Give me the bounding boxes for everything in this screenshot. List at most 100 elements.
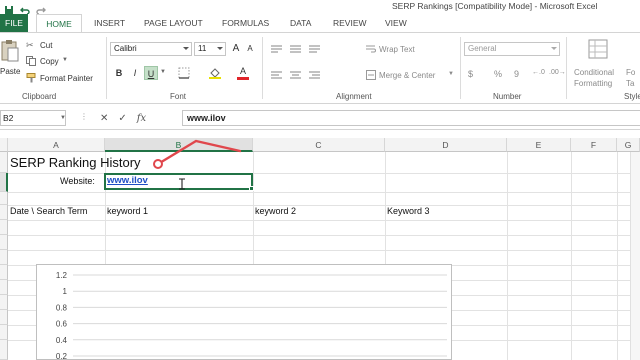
chevron-down-icon: [183, 47, 189, 50]
paste-button-label[interactable]: Paste: [0, 67, 20, 76]
formula-input[interactable]: www.ilov: [182, 110, 640, 126]
insert-function-icon[interactable]: fx: [137, 113, 146, 124]
conditional-formatting-label-2[interactable]: Formatting: [574, 79, 612, 88]
row-header[interactable]: [0, 192, 8, 205]
borders-icon[interactable]: [178, 67, 192, 79]
column-header-d[interactable]: D: [385, 138, 507, 152]
cut-button[interactable]: Cut: [40, 41, 52, 50]
copy-dropdown-icon[interactable]: ▼: [62, 57, 68, 63]
ribbon-tabs: FILE HOME INSERT PAGE LAYOUT FORMULAS DA…: [0, 14, 640, 32]
cancel-icon[interactable]: ✕: [100, 113, 108, 124]
decrease-decimal-icon[interactable]: ←.0: [532, 69, 545, 76]
gridline: [507, 152, 508, 360]
italic-button[interactable]: I: [128, 66, 142, 80]
comma-button[interactable]: 9: [514, 69, 519, 79]
number-format-select[interactable]: General: [464, 42, 560, 56]
name-box-dropdown-icon[interactable]: ▼: [60, 115, 66, 121]
format-as-table-label-2[interactable]: Ta: [626, 79, 634, 88]
row-header[interactable]: [0, 280, 8, 295]
tab-page-layout[interactable]: PAGE LAYOUT: [144, 14, 203, 32]
row-header[interactable]: [0, 205, 8, 220]
row-header[interactable]: [0, 220, 8, 235]
clipboard-group-label: Clipboard: [22, 92, 57, 101]
line-chart[interactable]: 1.2 1 0.8 0.6 0.4 0.2: [36, 264, 452, 360]
format-as-table-label-1[interactable]: Fo: [626, 68, 635, 77]
tab-view[interactable]: VIEW: [385, 14, 407, 32]
ribbon-divider: [262, 37, 263, 99]
conditional-formatting-icon[interactable]: [588, 39, 610, 61]
copy-button[interactable]: Copy: [40, 57, 59, 66]
column-header-g[interactable]: G: [617, 138, 640, 152]
font-size-value: 11: [198, 44, 207, 53]
row-header[interactable]: [0, 295, 8, 310]
header-keyword-2-cell[interactable]: keyword 2: [255, 206, 296, 216]
gridline: [8, 173, 640, 174]
increase-decimal-icon[interactable]: .00→: [549, 69, 566, 76]
font-size-select[interactable]: 11: [194, 42, 226, 56]
merge-dropdown-icon[interactable]: ▼: [448, 71, 454, 77]
sheet-title-cell[interactable]: SERP Ranking History: [10, 155, 141, 170]
align-horizontal-icons[interactable]: [270, 70, 354, 80]
tab-insert[interactable]: INSERT: [94, 14, 125, 32]
row-header[interactable]: [0, 265, 8, 280]
percent-button[interactable]: %: [494, 69, 502, 79]
tab-file[interactable]: FILE: [0, 14, 28, 32]
tab-home[interactable]: HOME: [36, 14, 82, 32]
undo-icon[interactable]: [20, 2, 30, 15]
chart-plot-area: 1.2 1 0.8 0.6 0.4 0.2: [56, 271, 447, 360]
format-painter-icon[interactable]: [26, 73, 37, 83]
header-keyword-3-cell[interactable]: Keyword 3: [387, 206, 430, 216]
fill-color-icon[interactable]: [208, 67, 222, 79]
column-header-b[interactable]: B: [105, 138, 253, 152]
bold-button[interactable]: B: [112, 66, 126, 80]
header-date-cell[interactable]: Date \ Search Term: [10, 206, 87, 216]
gridline: [8, 235, 640, 236]
cut-icon[interactable]: ✂: [26, 40, 34, 51]
shrink-font-button[interactable]: A: [243, 42, 257, 56]
row-header[interactable]: [0, 325, 8, 340]
wrap-text-icon[interactable]: [366, 44, 376, 54]
tab-formulas[interactable]: FORMULAS: [222, 14, 269, 32]
align-top-icons[interactable]: [270, 44, 354, 54]
column-header-a[interactable]: A: [8, 138, 105, 152]
vertical-scrollbar[interactable]: [630, 152, 640, 360]
window-title: SERP Rankings [Compatibility Mode] - Mic…: [392, 1, 598, 11]
paste-icon[interactable]: [0, 39, 20, 63]
copy-icon[interactable]: [26, 56, 37, 66]
underline-dropdown-icon[interactable]: ▼: [160, 69, 166, 75]
merge-center-button[interactable]: Merge & Center: [379, 71, 435, 80]
save-icon[interactable]: [4, 2, 14, 14]
column-header-c[interactable]: C: [253, 138, 385, 152]
column-header-e[interactable]: E: [507, 138, 571, 152]
conditional-formatting-label-1[interactable]: Conditional: [574, 68, 614, 77]
excel-window: SERP Rankings [Compatibility Mode] - Mic…: [0, 0, 640, 360]
grow-font-button[interactable]: A: [229, 42, 243, 56]
format-painter-button[interactable]: Format Painter: [40, 74, 93, 83]
column-header-f[interactable]: F: [571, 138, 617, 152]
row-header[interactable]: [0, 173, 8, 192]
underline-button[interactable]: U: [144, 66, 158, 80]
tab-review[interactable]: REVIEW: [333, 14, 367, 32]
currency-button[interactable]: $: [468, 69, 473, 79]
header-keyword-1-cell[interactable]: keyword 1: [107, 206, 148, 216]
tab-data[interactable]: DATA: [290, 14, 311, 32]
redo-icon[interactable]: [36, 2, 46, 15]
row-header[interactable]: [0, 250, 8, 265]
website-label-cell[interactable]: Website:: [60, 176, 95, 186]
row-header[interactable]: [0, 235, 8, 250]
enter-icon[interactable]: ✓: [118, 113, 126, 124]
chevron-down-icon: [551, 47, 557, 50]
styles-group-label: Style: [624, 92, 640, 101]
row-header[interactable]: [0, 310, 8, 325]
font-family-select[interactable]: Calibri: [110, 42, 192, 56]
fill-handle[interactable]: [249, 186, 254, 191]
row-header[interactable]: [0, 152, 8, 173]
row-header[interactable]: [0, 340, 8, 360]
merge-center-icon[interactable]: [366, 70, 376, 80]
select-all-corner[interactable]: [0, 138, 8, 152]
wrap-text-button[interactable]: Wrap Text: [379, 45, 415, 54]
y-tick-label: 0.2: [56, 352, 68, 360]
name-box[interactable]: B2: [0, 110, 66, 126]
font-color-button[interactable]: A: [236, 64, 250, 78]
number-group-label: Number: [493, 92, 522, 101]
